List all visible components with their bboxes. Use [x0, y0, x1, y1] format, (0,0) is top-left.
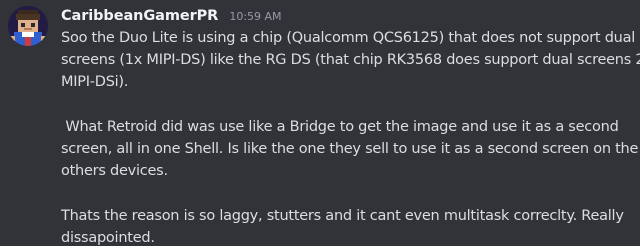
message-line: screen, all in one Shell. Is like the on… — [61, 141, 639, 157]
message-line: MIPI-DSi). — [61, 74, 129, 90]
message-line: screens (1x MIPI-DS) like the RG DS (tha… — [61, 52, 640, 68]
message-line: dissapointed. — [61, 230, 155, 246]
paragraph-break — [61, 182, 637, 205]
message-line: Soo the Duo Lite is using a chip (Qualco… — [61, 30, 636, 46]
message-content: Soo the Duo Lite is using a chip (Qualco… — [61, 27, 640, 246]
timestamp[interactable]: 10:59 AM — [229, 10, 281, 23]
pixel-character-avatar-icon — [8, 6, 48, 46]
message-header: CaribbeanGamerPR 10:59 AM — [61, 5, 282, 25]
paragraph-break — [61, 93, 637, 116]
message-line: What Retroid did was use like a Bridge t… — [61, 119, 619, 135]
message-line: Thats the reason is so laggy, stutters a… — [61, 208, 624, 224]
chat-message: CaribbeanGamerPR 10:59 AM Soo the Duo Li… — [0, 0, 640, 246]
message-line: others devices. — [61, 163, 168, 179]
avatar[interactable] — [8, 6, 48, 46]
username[interactable]: CaribbeanGamerPR — [61, 8, 218, 24]
